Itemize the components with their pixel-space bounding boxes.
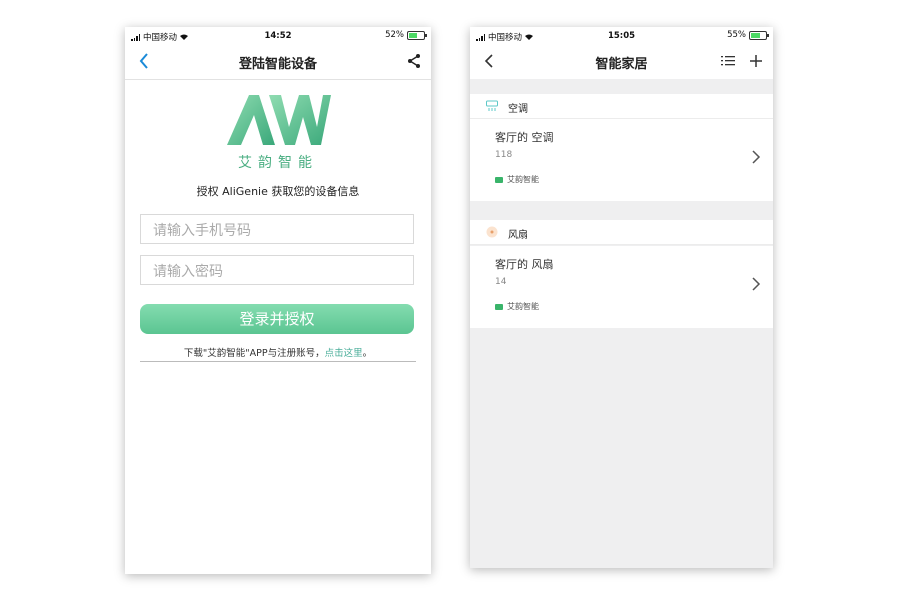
device-name: 客厅的 空调 [495,131,554,144]
device-id: 118 [495,150,513,160]
nav-bar: 登陆智能设备 [125,45,431,80]
battery-icon [407,30,427,40]
divider [140,361,416,362]
battery-percent: 55% [727,30,746,40]
register-prefix: 下载"艾韵智能"APP与注册账号， [183,348,325,359]
battery-icon [749,30,769,40]
device-brand: 艾韵智能 [507,302,539,311]
device-card-fan[interactable]: 客厅的 风扇 14 艾韵智能 [470,246,773,328]
nav-bar: 智能家居 [470,45,773,79]
plus-icon[interactable] [749,54,763,68]
device-brand-tag: 艾韵智能 [495,174,539,185]
brand-tag-icon [495,303,503,310]
device-id: 14 [495,277,507,287]
section-header-ac: 空调 [470,94,773,119]
section-label: 空调 [508,104,528,115]
password-input[interactable]: 请输入密码 [140,255,414,285]
register-link[interactable]: 点击这里 [325,348,363,359]
login-authorize-button[interactable]: 登录并授权 [140,304,414,334]
chevron-right-icon [752,277,761,291]
register-suffix: 。 [362,348,373,359]
brand-name: 艾韵智能 [238,155,318,171]
device-name: 客厅的 风扇 [495,258,554,271]
page-title: 登陆智能设备 [238,57,317,72]
register-hint: 下载"艾韵智能"APP与注册账号，点击这里。 [125,345,431,359]
device-brand: 艾韵智能 [507,175,539,184]
section-header-fan: 风扇 [470,220,773,245]
list-icon[interactable] [721,54,735,68]
air-conditioner-icon [486,100,498,111]
phone-number-input[interactable]: 请输入手机号码 [140,214,414,244]
status-bar: 中国移动 15:05 55% [470,27,773,45]
smart-home-screen: 中国移动 15:05 55% 智能家居 空调 客厅的 空调 118 艾韵智能 风… [470,27,773,568]
device-brand-tag: 艾韵智能 [495,301,539,312]
auth-description: 授权 AliGenie 获取您的设备信息 [196,185,360,198]
login-screen: 中国移动 14:52 52% 登陆智能设备 艾韵智能 授权 AliGenie 获… [125,27,431,574]
chevron-right-icon [752,150,761,164]
share-icon[interactable] [407,53,421,69]
brand-logo [227,95,331,145]
battery-percent: 52% [385,30,404,40]
status-bar: 中国移动 14:52 52% [125,27,431,45]
device-card-ac[interactable]: 客厅的 空调 118 艾韵智能 [470,119,773,201]
section-label: 风扇 [508,230,528,241]
fan-icon [486,226,498,238]
brand-tag-icon [495,176,503,183]
